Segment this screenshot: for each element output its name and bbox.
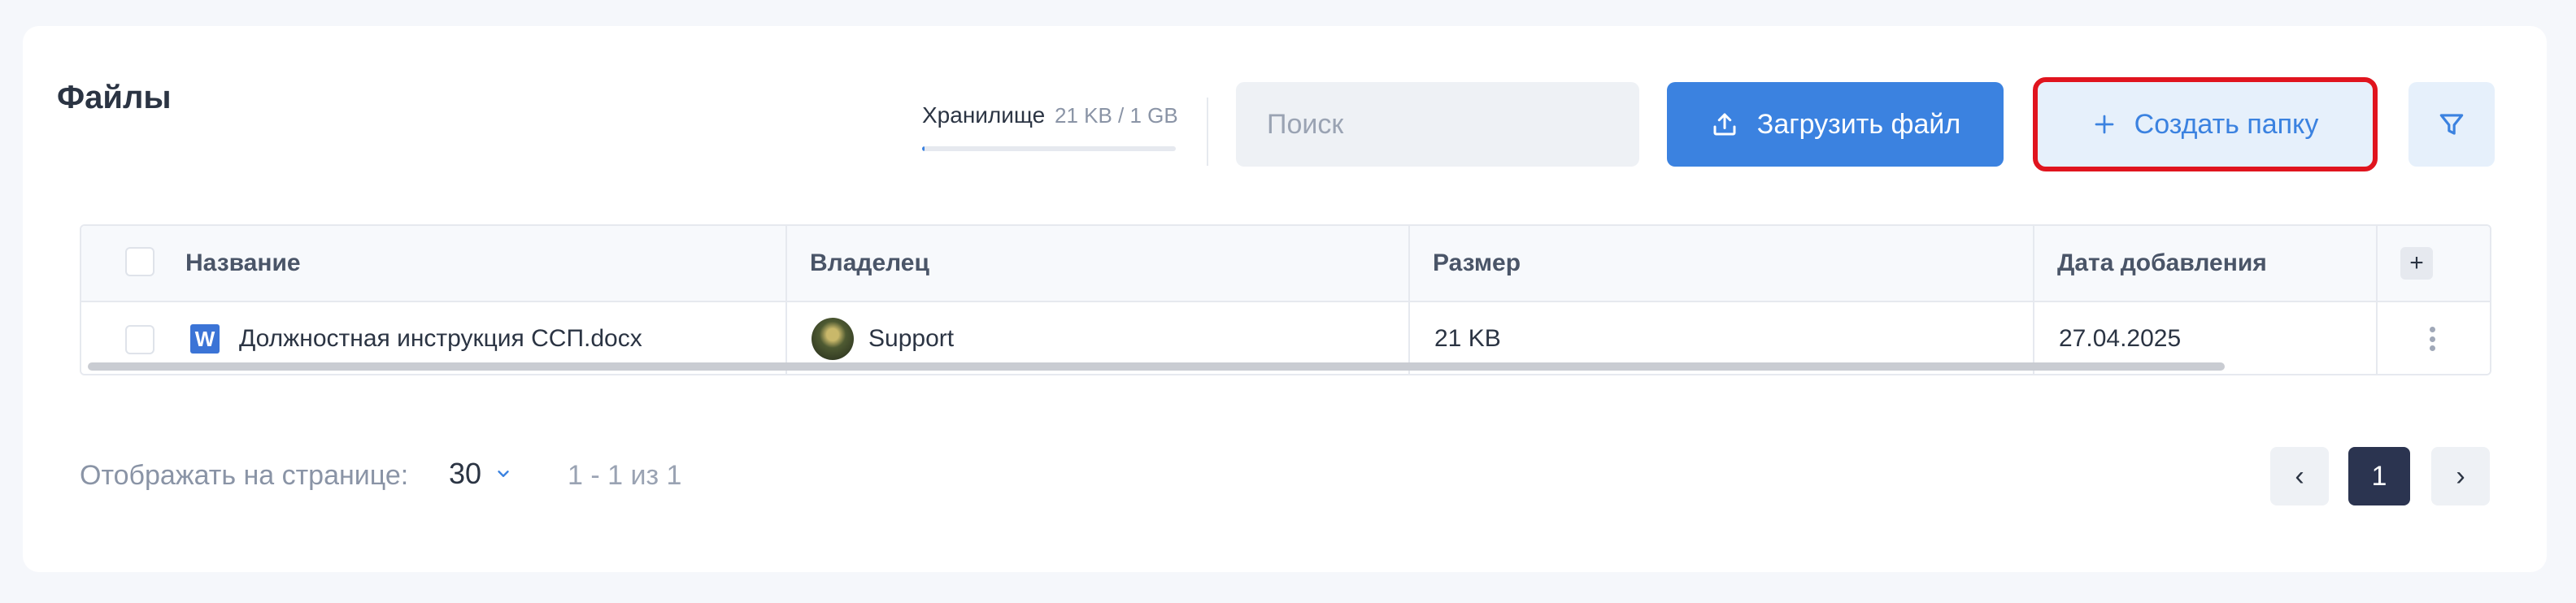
column-divider bbox=[2033, 226, 2034, 374]
plus-icon bbox=[2092, 112, 2117, 137]
previous-page-button[interactable]: ‹ bbox=[2270, 447, 2329, 505]
next-page-button[interactable]: › bbox=[2431, 447, 2490, 505]
upload-file-button[interactable]: Загрузить файл bbox=[1667, 82, 2004, 167]
select-all-checkbox[interactable] bbox=[125, 247, 154, 276]
current-page-button[interactable]: 1 bbox=[2348, 447, 2410, 505]
column-header-owner[interactable]: Владелец bbox=[810, 226, 929, 301]
file-name: Должностная инструкция ССП.docx bbox=[239, 325, 642, 352]
row-actions-kebab-icon[interactable] bbox=[2428, 327, 2436, 351]
owner-name: Support bbox=[868, 325, 955, 352]
storage-indicator: Хранилище 21 KB / 1 GB bbox=[922, 102, 1178, 151]
storage-label: Хранилище bbox=[922, 102, 1046, 128]
pagination-range: 1 - 1 из 1 bbox=[568, 460, 682, 491]
filter-button[interactable] bbox=[2408, 82, 2495, 167]
column-header-name[interactable]: Название bbox=[185, 226, 301, 301]
storage-progress-bar bbox=[922, 146, 1176, 151]
avatar bbox=[812, 318, 854, 360]
upload-icon bbox=[1710, 110, 1739, 139]
column-divider bbox=[785, 226, 787, 374]
column-divider bbox=[2376, 226, 2378, 374]
column-divider bbox=[1408, 226, 1410, 374]
column-header-date[interactable]: Дата добавления bbox=[2057, 226, 2267, 301]
per-page-select[interactable]: 30 bbox=[449, 457, 512, 491]
horizontal-scrollbar[interactable] bbox=[88, 362, 2225, 371]
files-table: Название Владелец Размер Дата добавления… bbox=[80, 224, 2491, 375]
add-column-button[interactable]: + bbox=[2400, 247, 2433, 280]
chevron-left-icon: ‹ bbox=[2295, 460, 2304, 492]
create-folder-button[interactable]: Создать папку bbox=[2033, 77, 2378, 171]
chevron-down-icon bbox=[494, 465, 512, 483]
chevron-right-icon: › bbox=[2456, 460, 2465, 492]
column-header-size[interactable]: Размер bbox=[1433, 226, 1521, 301]
create-folder-label: Создать папку bbox=[2134, 108, 2319, 140]
storage-progress-fill bbox=[922, 146, 925, 151]
row-checkbox[interactable] bbox=[125, 325, 154, 354]
plus-icon: + bbox=[2409, 249, 2424, 276]
upload-file-label: Загрузить файл bbox=[1756, 108, 1961, 140]
word-document-icon: W bbox=[190, 324, 220, 354]
per-page-value: 30 bbox=[449, 457, 482, 490]
toolbar-divider bbox=[1207, 98, 1208, 166]
table-header: Название Владелец Размер Дата добавления… bbox=[81, 226, 2490, 302]
storage-value: 21 KB / 1 GB bbox=[1054, 103, 1178, 128]
per-page-label: Отображать на странице: bbox=[80, 460, 409, 491]
filter-icon bbox=[2436, 109, 2467, 140]
search-input[interactable] bbox=[1236, 82, 1639, 167]
page-title: Файлы bbox=[57, 80, 172, 115]
current-page-number: 1 bbox=[2371, 460, 2387, 492]
